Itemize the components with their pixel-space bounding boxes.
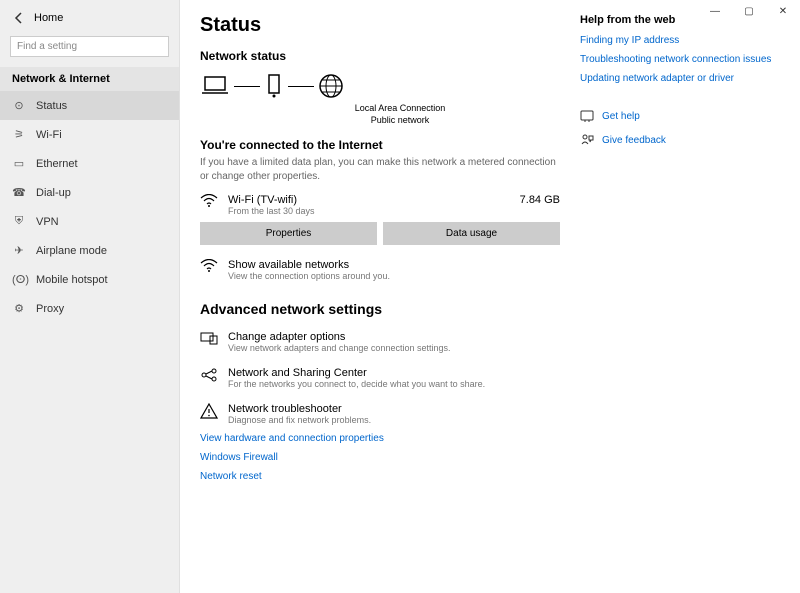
sidebar-item-dialup[interactable]: ☎ Dial-up — [0, 178, 179, 207]
sidebar-item-vpn[interactable]: ⛨ VPN — [0, 207, 179, 236]
show-networks-title: Show available networks — [228, 259, 390, 271]
properties-button[interactable]: Properties — [200, 222, 377, 245]
sidebar-item-ethernet[interactable]: ▭ Ethernet — [0, 149, 179, 178]
sidebar-section-label: Network & Internet — [0, 67, 179, 91]
sidebar-item-label: Airplane mode — [36, 245, 107, 257]
data-usage-button[interactable]: Data usage — [383, 222, 560, 245]
sharing-center-block[interactable]: Network and Sharing Center For the netwo… — [200, 367, 560, 389]
back-icon[interactable] — [12, 12, 26, 24]
troubleshoot-icon — [200, 403, 218, 419]
sidebar-item-label: VPN — [36, 216, 59, 228]
feedback-icon — [580, 133, 594, 147]
help-icon — [580, 109, 594, 123]
airplane-icon: ✈ — [12, 244, 26, 257]
help-link-troubleshoot[interactable]: Troubleshooting network connection issue… — [580, 53, 780, 66]
home-link[interactable]: Home — [34, 12, 63, 24]
dialup-icon: ☎ — [12, 186, 26, 199]
main-content: Status Network status Local Area Connect… — [200, 14, 560, 573]
router-icon — [264, 73, 284, 99]
connection-usage: 7.84 GB — [520, 194, 560, 206]
close-button[interactable]: ✕ — [766, 0, 800, 22]
laptop-icon — [200, 75, 230, 97]
sidebar-item-status[interactable]: ⊙ Status — [0, 91, 179, 120]
get-help-link[interactable]: Get help — [580, 109, 780, 123]
sidebar-item-label: Ethernet — [36, 158, 78, 170]
sharing-title: Network and Sharing Center — [228, 367, 485, 379]
help-link-driver[interactable]: Updating network adapter or driver — [580, 72, 780, 85]
troubleshoot-desc: Diagnose and fix network problems. — [228, 415, 371, 425]
connection-name: Wi-Fi (TV-wifi) — [228, 194, 510, 206]
sidebar-item-airplane[interactable]: ✈ Airplane mode — [0, 236, 179, 265]
connected-desc: If you have a limited data plan, you can… — [200, 156, 560, 184]
adapter-icon — [200, 331, 218, 345]
help-panel: Help from the web Finding my IP address … — [580, 14, 780, 573]
firewall-link[interactable]: Windows Firewall — [200, 452, 560, 463]
page-title: Status — [200, 14, 560, 37]
sidebar-item-label: Wi-Fi — [36, 129, 62, 141]
network-diagram — [200, 73, 560, 99]
ethernet-icon: ▭ — [12, 157, 26, 170]
give-feedback-label: Give feedback — [602, 135, 666, 146]
network-reset-link[interactable]: Network reset — [200, 471, 560, 482]
sidebar-item-label: Dial-up — [36, 187, 71, 199]
connected-heading: You're connected to the Internet — [200, 138, 560, 152]
troubleshooter-block[interactable]: Network troubleshooter Diagnose and fix … — [200, 403, 560, 425]
status-icon: ⊙ — [12, 99, 26, 112]
troubleshoot-title: Network troubleshooter — [228, 403, 371, 415]
vpn-icon: ⛨ — [12, 215, 26, 228]
sidebar-item-label: Mobile hotspot — [36, 274, 108, 286]
globe-icon — [318, 73, 344, 99]
advanced-heading: Advanced network settings — [200, 301, 560, 317]
sidebar-item-label: Proxy — [36, 303, 64, 315]
wifi-signal-icon — [200, 194, 218, 208]
adapter-desc: View network adapters and change connect… — [228, 343, 450, 353]
give-feedback-link[interactable]: Give feedback — [580, 133, 780, 147]
adapter-options-block[interactable]: Change adapter options View network adap… — [200, 331, 560, 353]
hardware-props-link[interactable]: View hardware and connection properties — [200, 433, 560, 444]
help-link-ip[interactable]: Finding my IP address — [580, 34, 780, 47]
sidebar: Home Find a setting Network & Internet ⊙… — [0, 0, 180, 593]
show-networks-block[interactable]: Show available networks View the connect… — [200, 259, 560, 281]
get-help-label: Get help — [602, 111, 640, 122]
sharing-icon — [200, 367, 218, 383]
wifi-icon: ⚞ — [12, 128, 26, 141]
connection-sub: From the last 30 days — [228, 206, 510, 216]
sidebar-item-proxy[interactable]: ⚙ Proxy — [0, 294, 179, 323]
sidebar-item-label: Status — [36, 100, 67, 112]
sidebar-item-wifi[interactable]: ⚞ Wi-Fi — [0, 120, 179, 149]
sidebar-item-hotspot[interactable]: (ⵙ) Mobile hotspot — [0, 265, 179, 294]
proxy-icon: ⚙ — [12, 302, 26, 315]
hotspot-icon: (ⵙ) — [12, 273, 26, 286]
diagram-caption: Local Area Connection Public network — [240, 103, 560, 126]
adapter-title: Change adapter options — [228, 331, 450, 343]
search-input[interactable]: Find a setting — [10, 36, 169, 57]
sharing-desc: For the networks you connect to, decide … — [228, 379, 485, 389]
wifi-available-icon — [200, 259, 218, 273]
maximize-button[interactable]: ▢ — [732, 0, 766, 22]
network-status-heading: Network status — [200, 49, 560, 63]
minimize-button[interactable]: — — [698, 0, 732, 22]
show-networks-desc: View the connection options around you. — [228, 271, 390, 281]
